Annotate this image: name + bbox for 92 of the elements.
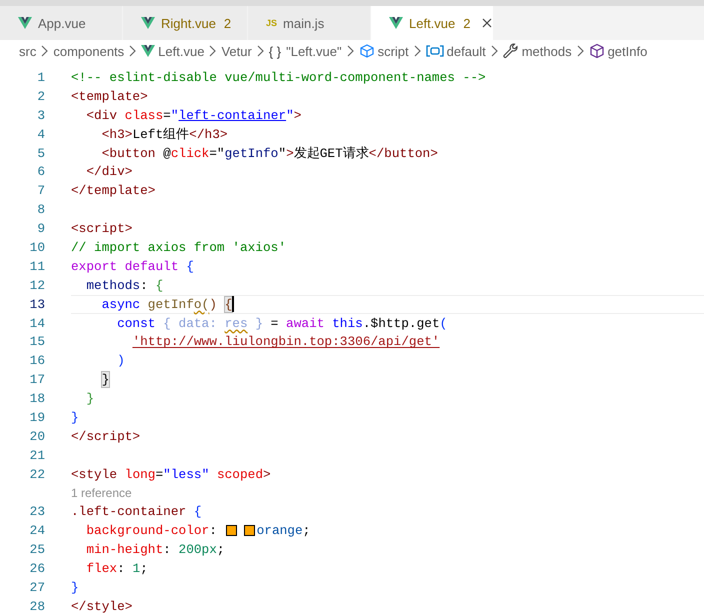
code-line: </div>	[85, 163, 132, 180]
cube-icon	[358, 44, 375, 58]
line-number: 28	[28, 598, 45, 614]
line-number: 1	[36, 70, 45, 85]
chevron-icon	[129, 45, 136, 57]
code-line: .left-container {	[71, 503, 202, 520]
code-line: // import axios from 'axios'	[71, 238, 286, 256]
code-line: <h3>Left组件</h3>	[100, 126, 228, 143]
v-logo-icon	[141, 17, 155, 29]
line-number: 24	[28, 523, 45, 538]
line-number: 12	[28, 278, 45, 293]
codelens-link[interactable]: 1 reference	[71, 484, 132, 502]
code-line: min-height: 200px;	[85, 541, 225, 558]
code-text: orange;	[256, 522, 310, 540]
chevron-icon	[414, 45, 421, 57]
line-number: 16	[28, 353, 45, 368]
line-number: 26	[28, 561, 45, 576]
problem-count: 2	[463, 16, 470, 30]
line-number: 6	[36, 164, 45, 180]
text-cursor	[232, 296, 234, 312]
breadcrumb-item[interactable]: Vetur	[221, 44, 252, 58]
editor-tab[interactable]: App.vue	[0, 6, 123, 40]
chevron-icon	[209, 45, 216, 57]
code-text: background-color:	[85, 522, 218, 540]
code-line: <template>	[71, 88, 148, 105]
code-line: <!-- eslint-disable vue/multi-word-component-names -->	[71, 68, 486, 86]
braces-icon: { }	[268, 44, 282, 58]
line-number: 4	[36, 126, 45, 142]
line-number: 22	[28, 466, 45, 482]
breadcrumb-item[interactable]: Left.vue	[141, 44, 204, 58]
line-number: 27	[28, 580, 45, 595]
editor-tab[interactable]: JS main.js	[248, 6, 371, 40]
breadcrumb-item[interactable]: methods	[502, 43, 572, 59]
color-swatch-icon[interactable]	[226, 525, 237, 536]
line-number: 15	[28, 334, 45, 350]
breadcrumb-item[interactable]: script	[358, 44, 409, 58]
line-number: 19	[28, 410, 45, 425]
code-line: async getInfo() {	[71, 294, 704, 314]
chevron-icon	[256, 45, 264, 57]
code-line: </style>	[71, 598, 132, 614]
code-line: }	[71, 408, 79, 426]
breadcrumb-item[interactable]: src	[19, 44, 36, 58]
line-number: 5	[36, 146, 45, 160]
v-logo-icon	[141, 45, 156, 57]
chevron-icon	[346, 45, 354, 57]
code-line: flex: 1;	[85, 560, 148, 578]
breadcrumb-item[interactable]: { } "Left.vue"	[268, 44, 342, 58]
field-icon	[426, 44, 444, 58]
code-line: methods: {	[85, 276, 164, 294]
line-number: 23	[28, 504, 45, 520]
editor-tab[interactable]: Left.vue 2	[371, 6, 494, 40]
js-icon: JS	[266, 18, 278, 28]
line-number: 18	[28, 391, 45, 406]
cube-icon	[588, 43, 605, 59]
line-number: 21	[28, 448, 45, 463]
line-number: 2	[36, 88, 45, 104]
line-number: 10	[28, 240, 45, 255]
line-number: 25	[28, 542, 45, 558]
line-number: 13	[28, 296, 45, 312]
chevron-icon	[41, 45, 48, 57]
v-logo-icon	[18, 17, 32, 29]
breadcrumb-item[interactable]: components	[53, 44, 124, 58]
wrench-icon	[502, 43, 519, 59]
code-line: 'http://www.liulongbin.top:3306/api/get'	[131, 333, 440, 350]
code-line: <div class="left-container">	[85, 106, 302, 124]
chevron-icon	[490, 45, 498, 57]
line-number: 7	[36, 183, 45, 198]
code-line: }	[85, 390, 94, 408]
line-number: 9	[36, 221, 45, 236]
breadcrumb-item[interactable]: getInfo	[588, 43, 648, 59]
color-swatch-icon[interactable]	[244, 525, 255, 536]
code-line: }	[71, 578, 79, 596]
code-line: const { data: res } = await this.$http.get(	[116, 314, 448, 332]
v-logo-icon	[389, 17, 403, 29]
line-number: 14	[28, 316, 45, 331]
breadcrumb-item[interactable]: default	[426, 44, 486, 58]
code-line: )	[116, 352, 125, 370]
line-number: 11	[28, 258, 45, 274]
chevron-icon	[576, 45, 584, 57]
code-line: export default {	[71, 258, 194, 275]
line-number: 17	[28, 372, 45, 388]
code-line: <button @click="getInfo">发起GET请求</button>	[100, 144, 438, 162]
close-icon[interactable]	[480, 17, 492, 29]
line-number: 3	[36, 108, 45, 123]
line-number: 8	[36, 202, 45, 218]
code-line: </template>	[71, 182, 156, 200]
editor-tab[interactable]: Right.vue 2	[123, 6, 248, 40]
code-line: <style long="less" scoped>	[71, 466, 271, 483]
problem-count: 2	[224, 16, 232, 30]
code-line: <script>	[71, 220, 132, 238]
code-line: </script>	[71, 428, 140, 445]
line-number: 20	[28, 428, 45, 444]
